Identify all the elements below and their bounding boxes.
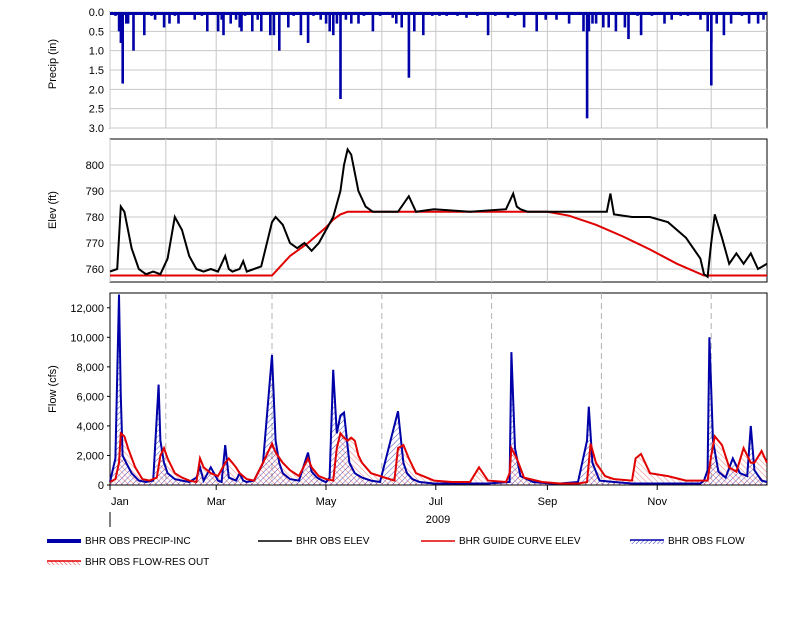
elev-y-tick-label: 800: [86, 160, 104, 172]
legend-label: BHR OBS FLOW-RES OUT: [85, 557, 210, 568]
elev-panel: 760 770 780 790 800 Elev (ft): [47, 138, 768, 283]
flow-x-tick-label: Jan: [111, 496, 129, 508]
legend-swatch-obs-flow: [630, 539, 664, 545]
precip-bar: [278, 12, 281, 51]
precip-bar: [339, 12, 342, 99]
flow-x-ticks: Jan Mar May Jul Sep Nov: [109, 485, 667, 508]
legend-item-precip: BHR OBS PRECIP-INC: [47, 536, 191, 547]
flow-y-tick-label: 8,000: [76, 362, 104, 374]
legend-swatch-guide-curve: [421, 540, 455, 543]
precip-y-tick-label: 0.5: [89, 26, 104, 38]
flow-x-tick-label: May: [316, 496, 337, 508]
elev-y-tick-label: 790: [86, 186, 104, 198]
legend: BHR OBS PRECIP-INC BHR OBS ELEV BHR GUID…: [0, 532, 800, 572]
legend-item-res-out: BHR OBS FLOW-RES OUT: [47, 557, 209, 568]
flow-y-tick-label: 6,000: [76, 391, 104, 403]
precip-bar: [407, 12, 411, 78]
legend-label: BHR GUIDE CURVE ELEV: [459, 536, 581, 547]
precip-y-tick-label: 3.0: [89, 123, 104, 135]
precip-bar: [639, 12, 643, 36]
precip-panel: 0.0 0.5 1.0 1.5 2.0 2.5 3.0 Precip (in): [47, 7, 768, 135]
flow-x-tick-label: Mar: [207, 496, 226, 508]
precip-bar: [121, 12, 124, 84]
flow-x-tick-label: Jul: [429, 496, 443, 508]
precip-bar: [486, 12, 490, 36]
precip-bar: [585, 12, 589, 119]
legend-label: BHR OBS FLOW: [668, 536, 745, 547]
precip-bar: [422, 12, 425, 36]
flow-y-tick-label: 0: [98, 480, 104, 492]
hydrograph-chart: 0.0 0.5 1.0 1.5 2.0 2.5 3.0 Precip (in) 760 770…: [47, 7, 768, 527]
legend-label: BHR OBS ELEV: [296, 536, 370, 547]
precip-y-tick-label: 1.0: [89, 46, 104, 58]
flow-plot-frame: [109, 292, 768, 486]
flow-y-tick-label: 2,000: [76, 450, 104, 462]
precip-bar: [722, 12, 726, 36]
elev-y-tick-label: 760: [86, 264, 104, 276]
elev-y-tick-label: 780: [86, 212, 104, 224]
precip-y-tick-label: 2.0: [89, 84, 104, 96]
precip-bar: [222, 12, 225, 36]
flow-y-tick-label: 12,000: [70, 303, 104, 315]
precip-y-tick-label: 0.0: [89, 7, 104, 19]
precip-y-tick-label: 2.5: [89, 104, 104, 116]
legend-swatch-elev: [258, 540, 292, 543]
precip-bar: [269, 12, 272, 36]
precip-bar: [143, 12, 146, 36]
legend-swatch-precip: [47, 539, 81, 544]
flow-y-axis-label: Flow (cfs): [47, 365, 59, 413]
year-label: 2009: [426, 514, 450, 526]
legend-item-guide-curve: BHR GUIDE CURVE ELEV: [421, 536, 581, 547]
precip-bar: [132, 12, 135, 51]
flow-y-ticks: 0 2,000 4,000 6,000 8,000 10,000 12,000: [70, 303, 110, 492]
flow-y-tick-label: 4,000: [76, 421, 104, 433]
legend-swatch-res-out: [47, 560, 81, 566]
precip-bar: [306, 12, 310, 43]
precip-bar: [299, 12, 303, 36]
precip-y-axis-label: Precip (in): [47, 39, 59, 89]
elev-y-axis-label: Elev (ft): [47, 191, 59, 229]
flow-panel: 0 2,000 4,000 6,000 8,000 10,000 12,000 Jan Mar…: [47, 292, 768, 527]
precip-bar: [627, 12, 630, 40]
precip-y-ticks: 0.0 0.5 1.0 1.5 2.0 2.5 3.0: [89, 7, 104, 135]
precip-y-tick-label: 1.5: [89, 65, 104, 77]
precip-bar: [710, 12, 713, 86]
precip-bar: [272, 12, 276, 36]
flow-y-tick-label: 10,000: [70, 332, 104, 344]
precip-bar: [332, 12, 335, 36]
elev-y-tick-label: 770: [86, 238, 104, 250]
flow-x-tick-label: Nov: [647, 496, 667, 508]
elev-y-ticks: 760 770 780 790 800: [86, 160, 104, 276]
legend-label: BHR OBS PRECIP-INC: [85, 536, 191, 547]
legend-item-elev: BHR OBS ELEV: [258, 536, 369, 547]
legend-item-obs-flow: BHR OBS FLOW: [630, 536, 745, 547]
flow-x-tick-label: Sep: [538, 496, 558, 508]
